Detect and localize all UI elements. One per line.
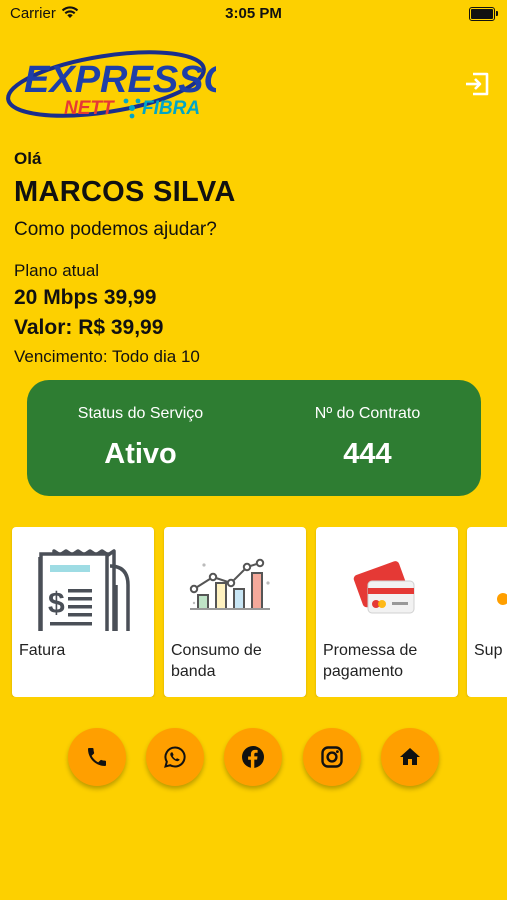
whatsapp-button[interactable]	[146, 728, 204, 786]
menu-card-bandwidth[interactable]: Consumo de banda	[164, 527, 306, 697]
phone-button[interactable]	[68, 728, 126, 786]
svg-text:$: $	[48, 587, 65, 620]
menu-card-label: Promessa de pagamento	[323, 642, 418, 680]
help-prompt: Como podemos ajudar?	[14, 219, 217, 240]
facebook-icon	[242, 746, 264, 768]
bandwidth-chart-icon	[189, 558, 270, 610]
plan-value: Valor: R$ 39,99	[14, 316, 164, 339]
instagram-icon	[321, 746, 343, 768]
user-name: MARCOS SILVA	[14, 176, 236, 208]
contract-label: Nº do Contrato	[314, 405, 421, 422]
plan-name: 20 Mbps 39,99	[14, 286, 157, 309]
menu-card-label: Sup	[474, 642, 503, 659]
brand-logo: EXPRESSO NETT FIBRA	[6, 50, 216, 119]
whatsapp-icon	[164, 746, 186, 768]
contract-value: 444	[343, 438, 392, 470]
credit-card-icon	[353, 561, 415, 614]
menu-card-support[interactable]: Sup	[467, 527, 507, 697]
service-status-card: Status do Serviço Ativo Nº do Contrato 4…	[27, 380, 481, 496]
service-status-label: Status do Serviço	[77, 405, 204, 422]
instagram-button[interactable]	[303, 728, 361, 786]
due-date: Vencimento: Todo dia 10	[14, 347, 200, 366]
brand-name: EXPRESSO	[24, 59, 216, 101]
plan-label: Plano atual	[14, 261, 100, 280]
phone-icon	[88, 748, 106, 766]
home-button[interactable]	[381, 728, 439, 786]
support-icon	[497, 593, 507, 605]
brand-sub-2: FIBRA	[142, 98, 200, 119]
brand-sub-1: NETT	[64, 98, 115, 119]
battery-icon	[469, 7, 498, 21]
quick-actions	[0, 728, 507, 788]
greeting-hello: Olá	[14, 149, 42, 168]
menu-card-label: Consumo de banda	[171, 642, 262, 680]
clock: 3:05 PM	[225, 5, 282, 22]
invoice-icon: $	[38, 549, 130, 631]
menu-carousel[interactable]: $ Fatura Consumo de banda Promessa de pa…	[0, 527, 507, 697]
service-status-value: Ativo	[104, 438, 177, 470]
home-icon	[400, 748, 420, 765]
logout-icon[interactable]	[462, 69, 492, 99]
menu-card-label: Fatura	[19, 642, 66, 659]
menu-card-invoice[interactable]: $ Fatura	[12, 527, 154, 697]
menu-card-payment-promise[interactable]: Promessa de pagamento	[316, 527, 458, 697]
status-bar: Carrier 3:05 PM	[0, 0, 507, 30]
facebook-button[interactable]	[224, 728, 282, 786]
